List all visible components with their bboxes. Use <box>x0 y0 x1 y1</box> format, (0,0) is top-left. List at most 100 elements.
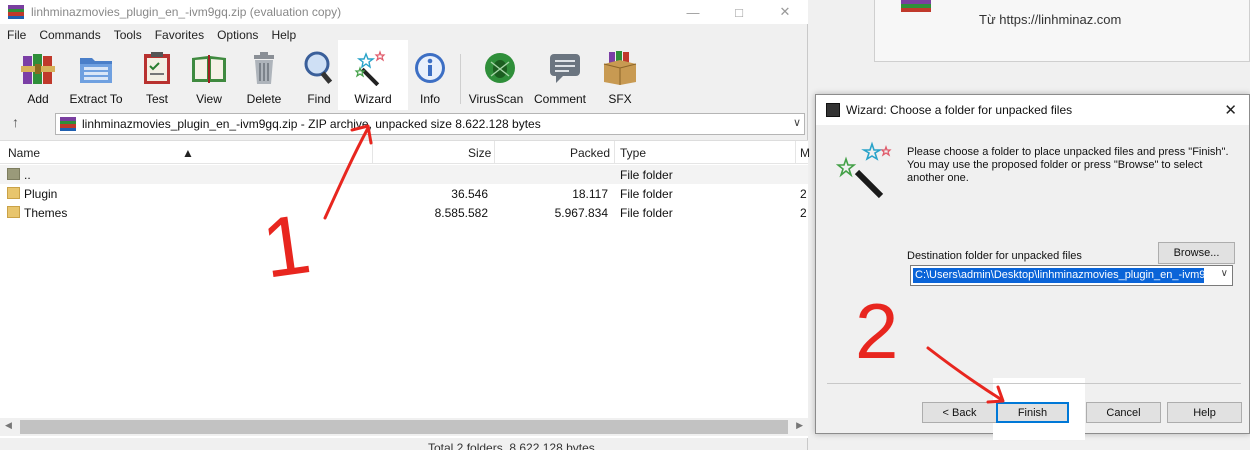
info-label: Info <box>419 92 440 106</box>
destination-label: Destination folder for unpacked files <box>907 250 1082 262</box>
wizard-button[interactable]: Wizard <box>354 50 392 108</box>
finish-button[interactable]: Finish <box>996 402 1069 423</box>
column-size[interactable]: Size <box>468 146 491 160</box>
delete-label: Delete <box>246 92 282 106</box>
menu-options[interactable]: Options <box>210 26 264 46</box>
table-row[interactable]: Themes 8.585.582 5.967.834 File folder 2 <box>0 203 808 222</box>
view-label: View <box>196 92 222 106</box>
row-size: 8.585.582 <box>434 206 488 220</box>
view-button[interactable]: View <box>190 50 228 108</box>
source-url-text: Từ https://linhminaz.com <box>979 12 1122 27</box>
zip-archive-icon <box>60 117 76 131</box>
winrar-app-icon <box>8 5 24 19</box>
extract-to-label: Extract To <box>69 92 123 106</box>
archive-path-field[interactable]: linhminazmovies_plugin_en_-ivm9gq.zip - … <box>55 113 805 135</box>
extract-to-button[interactable]: Extract To <box>69 50 123 108</box>
menu-tools[interactable]: Tools <box>107 26 148 46</box>
sfx-button[interactable]: SFX <box>601 50 639 108</box>
cancel-button[interactable]: Cancel <box>1086 402 1161 423</box>
dialog-app-icon <box>826 103 840 117</box>
chevron-down-icon[interactable]: ∨ <box>1221 268 1228 279</box>
menu-help[interactable]: Help <box>264 26 302 46</box>
wizard-dialog: Wizard: Choose a folder for unpacked fil… <box>815 94 1250 440</box>
magic-wand-icon <box>354 50 386 86</box>
magnifier-icon <box>304 51 333 84</box>
instruction-text: Please choose a folder to place unpacked… <box>907 146 1229 184</box>
toolbar-separator <box>460 54 461 104</box>
row-modified: 2 <box>800 206 807 220</box>
add-label: Add <box>27 92 49 106</box>
close-icon[interactable]: ✕ <box>1224 101 1237 119</box>
title-bar: linhminazmovies_plugin_en_-ivm9gq.zip (e… <box>0 0 808 24</box>
scroll-left-icon[interactable]: ◀ <box>5 420 12 431</box>
row-size: 36.546 <box>451 187 488 201</box>
toolbar: Add Extract To Test View Delete Find Wiz… <box>0 46 808 108</box>
find-label: Find <box>307 92 331 106</box>
window-title: linhminazmovies_plugin_en_-ivm9gq.zip (e… <box>31 5 342 19</box>
open-book-icon <box>192 55 226 83</box>
scroll-right-icon[interactable]: ▶ <box>796 420 803 431</box>
info-icon <box>415 53 445 83</box>
row-type: File folder <box>620 206 673 220</box>
dialog-title: Wizard: Choose a folder for unpacked fil… <box>846 103 1073 117</box>
column-divider <box>494 141 495 164</box>
row-packed: 18.117 <box>572 187 608 201</box>
comment-label: Comment <box>533 92 586 106</box>
up-arrow-icon[interactable]: ↑ <box>12 114 19 130</box>
back-button[interactable]: < Back <box>922 402 997 423</box>
magic-wand-icon <box>836 141 892 199</box>
scrollbar-thumb[interactable] <box>20 420 788 434</box>
dialog-title-bar: Wizard: Choose a folder for unpacked fil… <box>816 95 1249 125</box>
comment-icon <box>549 54 580 83</box>
virusscan-button[interactable]: VirusScan <box>469 50 523 108</box>
destination-path-value: C:\Users\admin\Desktop\linhminazmovies_p… <box>913 268 1204 283</box>
info-button[interactable]: Info <box>411 50 449 108</box>
sort-ascending-icon: ▲ <box>182 146 194 160</box>
maximize-button[interactable]: □ <box>716 0 762 24</box>
menu-file[interactable]: File <box>0 26 32 46</box>
trash-can-icon <box>254 52 274 84</box>
horizontal-scrollbar[interactable]: ◀ ▶ <box>0 418 808 436</box>
parent-folder-icon <box>7 168 20 180</box>
archive-path-text: linhminazmovies_plugin_en_-ivm9gq.zip - … <box>82 117 541 131</box>
find-button[interactable]: Find <box>300 50 338 108</box>
address-bar: ↑ linhminazmovies_plugin_en_-ivm9gq.zip … <box>0 110 808 138</box>
winrar-app-icon <box>901 0 931 12</box>
column-type[interactable]: Type <box>620 146 646 160</box>
winrar-window: linhminazmovies_plugin_en_-ivm9gq.zip (e… <box>0 0 810 450</box>
help-button[interactable]: Help <box>1167 402 1242 423</box>
sfx-label: SFX <box>608 92 632 106</box>
table-row[interactable]: .. File folder <box>0 165 808 184</box>
dialog-divider <box>827 383 1241 384</box>
column-name[interactable]: Name <box>8 146 40 160</box>
clipboard-check-icon <box>144 52 170 84</box>
menu-bar: File Commands Tools Favorites Options He… <box>0 26 302 46</box>
row-modified: 2 <box>800 187 807 201</box>
books-archive-icon <box>21 54 55 84</box>
row-name: Themes <box>24 206 68 220</box>
row-name: .. <box>24 168 31 182</box>
column-packed[interactable]: Packed <box>570 146 610 160</box>
folder-icon <box>7 187 20 199</box>
folder-extract-icon <box>80 58 112 83</box>
comment-button[interactable]: Comment <box>532 50 588 108</box>
sfx-box-icon <box>603 51 637 85</box>
destination-folder-field[interactable]: C:\Users\admin\Desktop\linhminazmovies_p… <box>910 265 1233 286</box>
close-button[interactable]: ✕ <box>762 0 808 24</box>
menu-favorites[interactable]: Favorites <box>148 26 210 46</box>
table-row[interactable]: Plugin 36.546 18.117 File folder 2 <box>0 184 808 203</box>
row-type: File folder <box>620 187 673 201</box>
minimize-button[interactable]: — <box>670 0 716 24</box>
column-divider <box>372 141 373 164</box>
delete-button[interactable]: Delete <box>245 50 283 108</box>
add-button[interactable]: Add <box>19 50 57 108</box>
column-divider <box>614 141 615 164</box>
browse-button[interactable]: Browse... <box>1158 242 1235 264</box>
background-window: Từ https://linhminaz.com <box>874 0 1250 62</box>
chevron-down-icon[interactable]: ∨ <box>793 116 801 129</box>
bug-scan-icon <box>485 53 515 83</box>
status-bar: Total 2 folders, 8.622.128 bytes <box>0 440 808 450</box>
test-button[interactable]: Test <box>138 50 176 108</box>
menu-commands[interactable]: Commands <box>32 26 106 46</box>
column-modified[interactable]: M <box>800 146 810 160</box>
